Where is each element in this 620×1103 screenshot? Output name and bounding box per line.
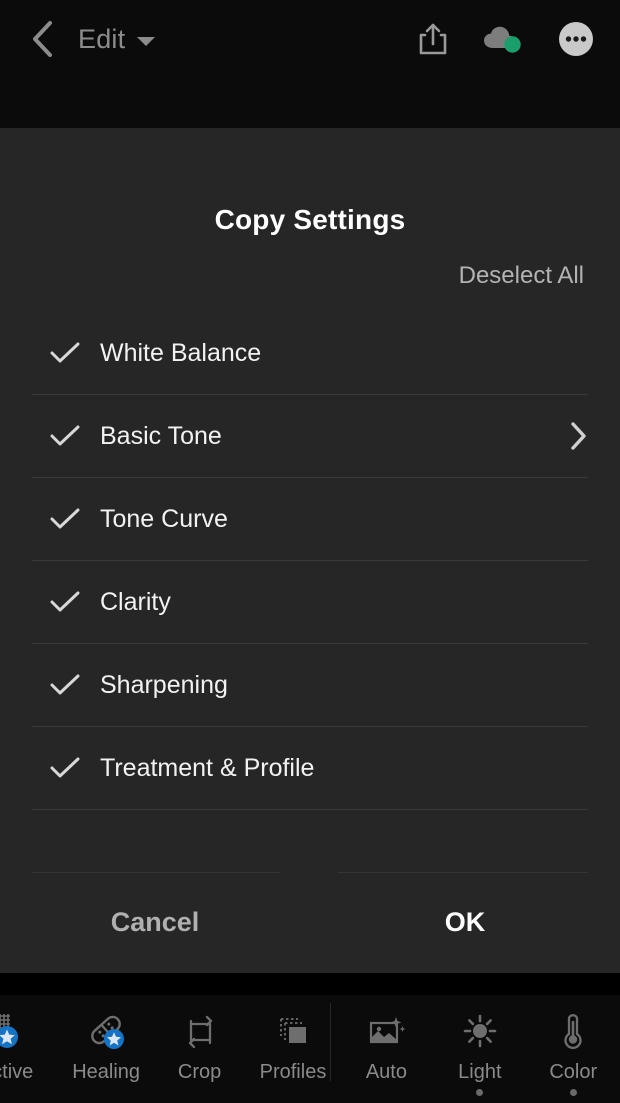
light-sun-icon [457,1009,503,1055]
chevron-right-icon[interactable] [570,421,588,451]
share-icon[interactable] [418,22,448,56]
checkmark-icon [50,341,94,365]
toolbar-item-label: Profiles [259,1061,327,1083]
copy-settings-list: White Balance Basic Tone Tone Curve Clar… [0,312,620,872]
list-item-label: Sharpening [100,670,228,699]
list-item-label: White Balance [100,338,262,367]
toolbar-item-dot [476,1089,484,1096]
toolbar-item-profiles[interactable]: Profiles [246,995,339,1096]
checkmark-icon [50,507,94,531]
list-item-treatment-profile[interactable]: Treatment & Profile [32,727,588,810]
checkmark-icon [50,590,94,614]
toolbar-item-light[interactable]: Light [433,995,526,1096]
ok-button[interactable]: OK [310,907,620,938]
checkmark-icon [50,756,94,780]
checkmark-icon [50,424,94,448]
lightroom-edit-screen: Edit Copy Settings Deselect All White Ba… [0,0,620,1103]
cancel-button[interactable]: Cancel [0,907,310,938]
healing-icon [83,1009,129,1055]
list-item-sharpening[interactable]: Sharpening [32,644,588,727]
chevron-down-icon [137,36,156,46]
list-item-white-balance[interactable]: White Balance [32,312,588,395]
footer-divider [32,872,588,873]
toolbar-item-label: Crop [177,1061,222,1083]
auto-enhance-icon [363,1009,409,1055]
toolbar-item-label: ctive [0,1061,34,1083]
list-item-label: Basic Tone [100,421,222,450]
crop-icon [177,1009,223,1055]
toolbar-item-label: Color [549,1061,598,1083]
back-button[interactable] [14,11,70,67]
list-bottom-spacer [32,810,588,872]
toolbar-item-healing[interactable]: Healing [59,995,152,1096]
top-bar-actions [418,21,594,57]
chevron-left-icon [33,21,52,57]
top-bar: Edit [0,0,620,128]
list-item-basic-tone[interactable]: Basic Tone [32,395,588,478]
toolbar-item-selective[interactable]: ctive [0,995,59,1096]
toolbar-item-color[interactable]: Color [527,995,620,1096]
list-item-label: Clarity [100,587,171,616]
list-item-label: Treatment & Profile [100,753,315,782]
toolbar-item-auto[interactable]: Auto [340,995,433,1096]
dialog-footer: Cancel OK [0,872,620,972]
cloud-sync-icon[interactable] [482,24,524,54]
toolbar-item-label: Light [458,1061,502,1083]
toolbar-top-gap [0,973,620,995]
edit-dropdown-button[interactable]: Edit [78,23,156,55]
dialog-title: Copy Settings [214,204,406,235]
selective-icon [0,1009,36,1055]
edit-label: Edit [78,23,126,54]
more-options-icon[interactable] [558,21,594,57]
sync-status-badge [504,36,521,53]
checkmark-icon [50,673,94,697]
color-thermometer-icon [550,1009,596,1055]
deselect-all-button[interactable]: Deselect All [459,262,584,290]
copy-settings-dialog: Copy Settings Deselect All White Balance [0,128,620,973]
list-item-label: Tone Curve [100,504,228,533]
toolbar-item-crop[interactable]: Crop [153,995,246,1096]
toolbar-item-label: Healing [72,1061,141,1083]
profiles-icon [270,1009,316,1055]
bottom-toolbar: ctive [0,973,620,1103]
toolbar-item-label: Auto [365,1061,407,1083]
list-item-tone-curve[interactable]: Tone Curve [32,478,588,561]
toolbar-item-dot [569,1089,577,1096]
list-item-clarity[interactable]: Clarity [32,561,588,644]
